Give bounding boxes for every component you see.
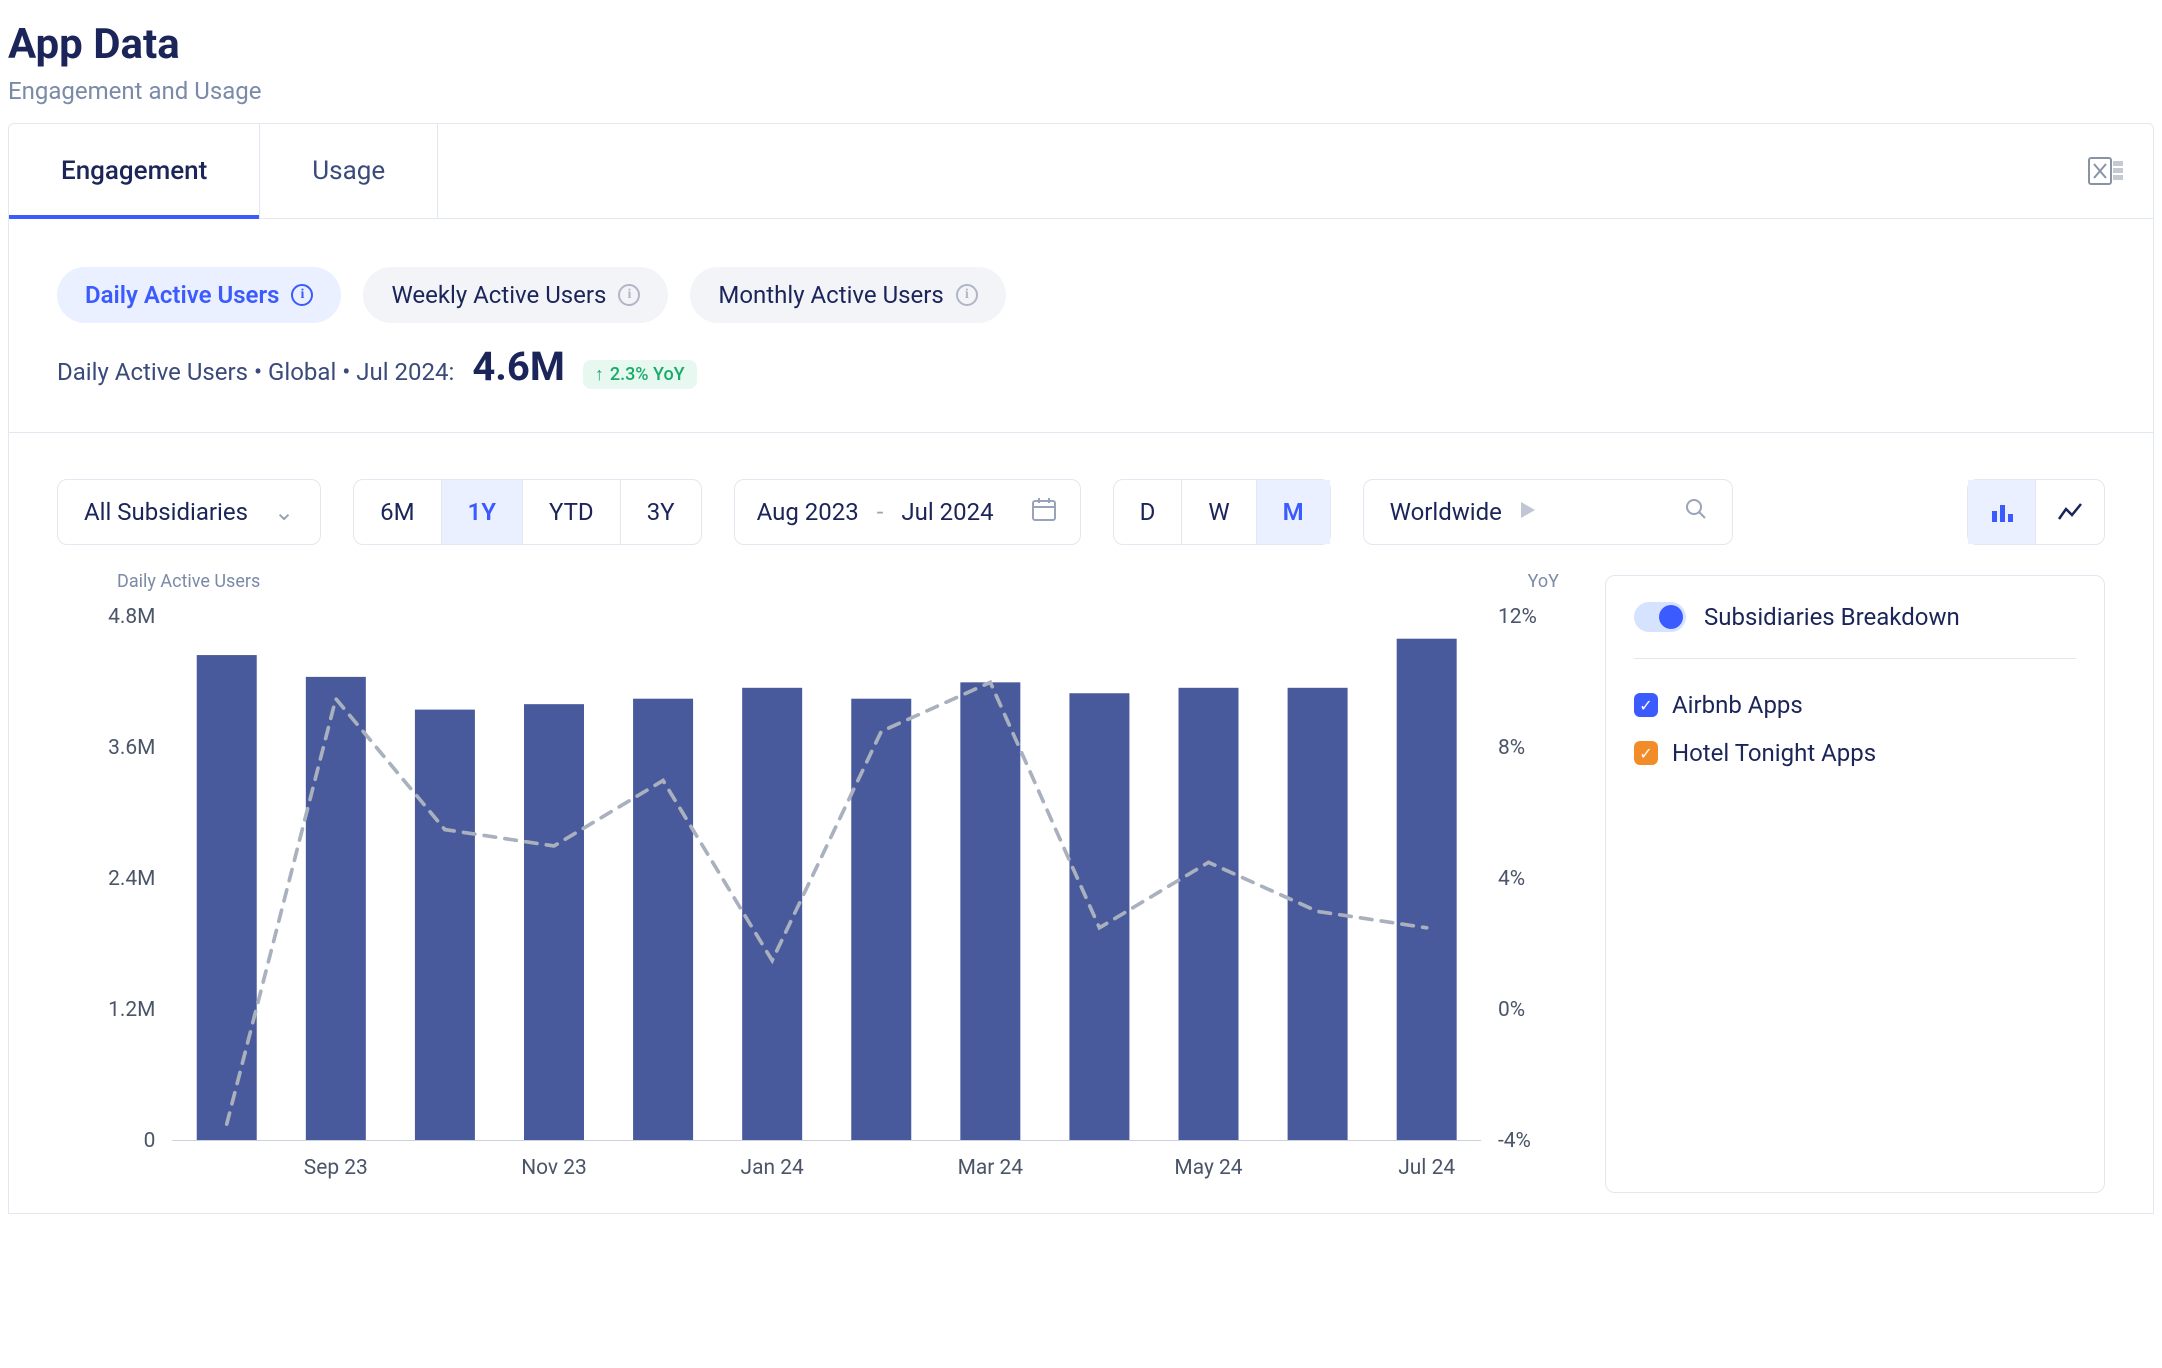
granularity-segmented: D W M xyxy=(1113,479,1331,545)
date-sep: - xyxy=(877,498,884,526)
subsidiaries-breakdown-label: Subsidiaries Breakdown xyxy=(1704,603,1960,631)
svg-text:May 24: May 24 xyxy=(1174,1156,1242,1180)
legend-label: Hotel Tonight Apps xyxy=(1672,739,1876,767)
granularity-week[interactable]: W xyxy=(1182,480,1256,544)
chip-monthly-active-users[interactable]: Monthly Active Users i xyxy=(690,267,1005,323)
subsidiaries-breakdown-toggle[interactable] xyxy=(1634,602,1686,632)
checkbox-icon: ✓ xyxy=(1634,693,1658,717)
chip-label: Weekly Active Users xyxy=(391,281,606,309)
y-axis-left-title: Daily Active Users xyxy=(117,571,260,592)
svg-text:Mar 24: Mar 24 xyxy=(958,1156,1024,1180)
range-3y[interactable]: 3Y xyxy=(621,480,701,544)
date-from: Aug 2023 xyxy=(757,498,859,526)
svg-text:1.2M: 1.2M xyxy=(108,998,155,1022)
subsidiaries-select[interactable]: All Subsidiaries ⌄ xyxy=(57,479,321,545)
checkbox-icon: ✓ xyxy=(1634,741,1658,765)
info-icon[interactable]: i xyxy=(618,284,640,306)
svg-text:4%: 4% xyxy=(1498,867,1525,891)
chip-weekly-active-users[interactable]: Weekly Active Users i xyxy=(363,267,668,323)
chip-daily-active-users[interactable]: Daily Active Users i xyxy=(57,267,341,323)
stat-context: Daily Active Users • Global • Jul 2024: xyxy=(57,358,454,386)
info-icon[interactable]: i xyxy=(956,284,978,306)
yoy-text: 2.3% YoY xyxy=(610,364,685,385)
metric-chip-row: Daily Active Users i Weekly Active Users… xyxy=(9,267,2153,323)
svg-text:0%: 0% xyxy=(1498,998,1525,1022)
bar-chart-icon xyxy=(1989,499,2015,525)
svg-text:3.6M: 3.6M xyxy=(108,736,155,760)
view-line[interactable] xyxy=(2036,480,2104,544)
date-to: Jul 2024 xyxy=(901,498,993,526)
granularity-month[interactable]: M xyxy=(1257,480,1330,544)
play-store-icon xyxy=(1518,498,1538,526)
line-chart-icon xyxy=(2057,499,2083,525)
tab-bar: Engagement Usage xyxy=(8,123,2154,219)
svg-text:Jan 24: Jan 24 xyxy=(741,1156,804,1180)
page-subtitle: Engagement and Usage xyxy=(8,77,2154,105)
view-bar[interactable] xyxy=(1968,480,2036,544)
chart-side-panel: Subsidiaries Breakdown ✓ Airbnb Apps ✓ H… xyxy=(1605,575,2105,1193)
calendar-icon xyxy=(1030,495,1058,529)
info-icon[interactable]: i xyxy=(291,284,313,306)
chart-controls-row: All Subsidiaries ⌄ 6M 1Y YTD 3Y Aug 2023… xyxy=(9,433,2153,575)
svg-text:Jul 24: Jul 24 xyxy=(1398,1156,1455,1180)
range-6m[interactable]: 6M xyxy=(354,480,441,544)
legend-hotel-tonight[interactable]: ✓ Hotel Tonight Apps xyxy=(1634,729,2076,777)
date-range-picker[interactable]: Aug 2023 - Jul 2024 xyxy=(734,479,1081,545)
chart-view-toggle xyxy=(1967,479,2105,545)
svg-text:8%: 8% xyxy=(1498,736,1525,760)
legend-airbnb[interactable]: ✓ Airbnb Apps xyxy=(1634,681,2076,729)
summary-stat-line: Daily Active Users • Global • Jul 2024: … xyxy=(9,323,2153,433)
page-title: App Data xyxy=(8,20,2154,69)
search-icon xyxy=(1684,497,1716,527)
chevron-down-icon: ⌄ xyxy=(274,498,294,526)
engagement-chart: Daily Active Users YoY 01.2M2.4M3.6M4.8M… xyxy=(57,575,1565,1193)
excel-icon xyxy=(2087,152,2125,190)
region-select[interactable]: Worldwide xyxy=(1363,479,1733,545)
chip-label: Daily Active Users xyxy=(85,281,279,309)
range-ytd[interactable]: YTD xyxy=(523,480,621,544)
region-label: Worldwide xyxy=(1390,498,1502,526)
export-excel-button[interactable] xyxy=(2087,152,2153,190)
svg-text:Sep 23: Sep 23 xyxy=(304,1156,368,1180)
subsidiaries-label: All Subsidiaries xyxy=(84,498,248,526)
tab-engagement[interactable]: Engagement xyxy=(9,124,260,218)
arrow-up-icon: ↑ xyxy=(595,364,604,385)
svg-text:12%: 12% xyxy=(1498,605,1537,629)
svg-text:0: 0 xyxy=(144,1129,156,1153)
legend-label: Airbnb Apps xyxy=(1672,691,1803,719)
granularity-day[interactable]: D xyxy=(1114,480,1183,544)
svg-text:Nov 23: Nov 23 xyxy=(521,1156,587,1180)
chip-label: Monthly Active Users xyxy=(718,281,943,309)
y-axis-right-title: YoY xyxy=(1528,571,1559,592)
time-range-segmented: 6M 1Y YTD 3Y xyxy=(353,479,702,545)
tab-usage[interactable]: Usage xyxy=(260,124,438,218)
stat-value: 4.6M xyxy=(472,343,565,390)
chart-canvas: 0 1.2M 2.4M 3.6M 4.8M -4% 0% 4% 8% 12% Sep 23 Nov 2… xyxy=(57,575,1565,1193)
svg-text:2.4M: 2.4M xyxy=(108,867,155,891)
yoy-badge: ↑ 2.3% YoY xyxy=(583,360,697,389)
range-1y[interactable]: 1Y xyxy=(442,480,523,544)
svg-text:4.8M: 4.8M xyxy=(108,605,155,629)
svg-text:-4%: -4% xyxy=(1498,1129,1531,1153)
